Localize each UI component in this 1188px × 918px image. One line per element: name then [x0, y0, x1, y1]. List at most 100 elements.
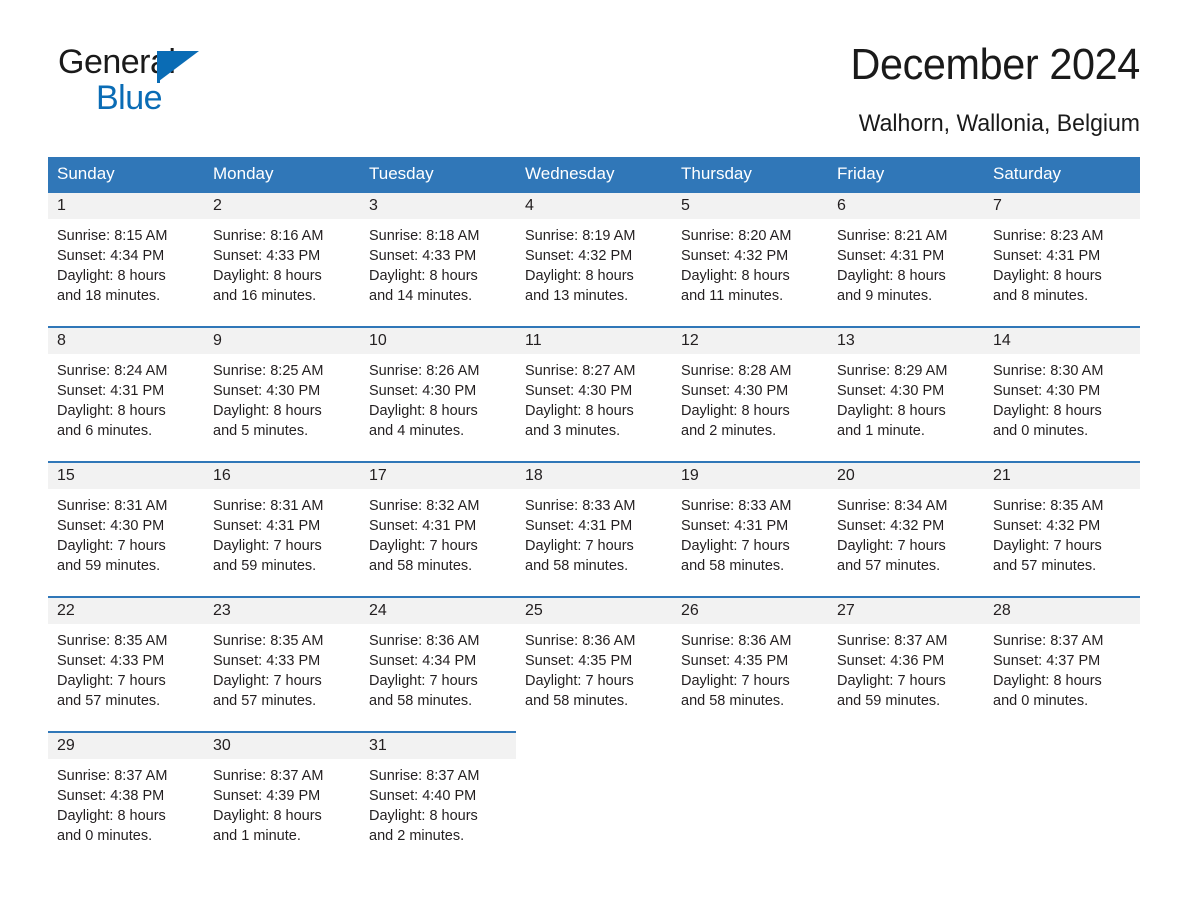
calendar-day-cell[interactable]: 21 Sunrise: 8:35 AM Sunset: 4:32 PM Dayligh…: [984, 461, 1140, 596]
calendar-day-cell[interactable]: 11 Sunrise: 8:27 AM Sunset: 4:30 PM Dayligh…: [516, 326, 672, 461]
calendar-day-cell[interactable]: 24 Sunrise: 8:36 AM Sunset: 4:34 PM Dayligh…: [360, 596, 516, 731]
daylight-line-2: and 58 minutes.: [681, 693, 785, 709]
day-details: Sunrise: 8:29 AM Sunset: 4:30 PM Daylight:…: [828, 354, 984, 441]
calendar-day-cell[interactable]: 30 Sunrise: 8:37 AM Sunset: 4:39 PM Dayligh…: [204, 731, 360, 866]
daylight-line-1: Daylight: 7 hours: [525, 538, 634, 554]
calendar-day-cell[interactable]: 9 Sunrise: 8:25 AM Sunset: 4:30 PM Daylight…: [204, 326, 360, 461]
calendar-day-cell[interactable]: 26 Sunrise: 8:36 AM Sunset: 4:35 PM Dayligh…: [672, 596, 828, 731]
day-number: 5: [672, 193, 828, 219]
day-details: Sunrise: 8:27 AM Sunset: 4:30 PM Daylight:…: [516, 354, 672, 441]
sunset-time: Sunset: 4:31 PM: [681, 518, 789, 534]
day-number: 24: [360, 598, 516, 624]
day-number: 14: [984, 328, 1140, 354]
daylight-line-2: and 16 minutes.: [213, 288, 317, 304]
day-cell-inner: 2 Sunrise: 8:16 AM Sunset: 4:33 PM Daylight…: [204, 191, 360, 326]
day-number: 16: [204, 463, 360, 489]
location-subtitle: Walhorn, Wallonia, Belgium: [858, 110, 1140, 137]
day-number: 10: [360, 328, 516, 354]
calendar-day-cell[interactable]: 7 Sunrise: 8:23 AM Sunset: 4:31 PM Daylight…: [984, 191, 1140, 326]
day-number: 7: [984, 193, 1140, 219]
day-details: Sunrise: 8:37 AM Sunset: 4:39 PM Daylight:…: [204, 759, 360, 846]
daylight-line-2: and 57 minutes.: [213, 693, 317, 709]
day-details: Sunrise: 8:37 AM Sunset: 4:36 PM Daylight:…: [828, 624, 984, 711]
daylight-line-1: Daylight: 7 hours: [681, 538, 790, 554]
day-cell-inner: 31 Sunrise: 8:37 AM Sunset: 4:40 PM Dayligh…: [360, 731, 516, 866]
calendar-day-cell[interactable]: 16 Sunrise: 8:31 AM Sunset: 4:31 PM Dayligh…: [204, 461, 360, 596]
daylight-line-2: and 59 minutes.: [57, 558, 161, 574]
day-cell-inner: 24 Sunrise: 8:36 AM Sunset: 4:34 PM Dayligh…: [360, 596, 516, 731]
day-number: 12: [672, 328, 828, 354]
daylight-line-2: and 58 minutes.: [525, 693, 629, 709]
calendar-day-cell[interactable]: 20 Sunrise: 8:34 AM Sunset: 4:32 PM Dayligh…: [828, 461, 984, 596]
sunrise-time: Sunrise: 8:28 AM: [681, 363, 792, 379]
calendar-day-cell[interactable]: 28 Sunrise: 8:37 AM Sunset: 4:37 PM Dayligh…: [984, 596, 1140, 731]
day-number: [516, 733, 672, 759]
sunrise-time: Sunrise: 8:20 AM: [681, 228, 792, 244]
daylight-line-2: and 59 minutes.: [837, 693, 941, 709]
calendar-day-cell[interactable]: 29 Sunrise: 8:37 AM Sunset: 4:38 PM Dayligh…: [48, 731, 204, 866]
sunset-time: Sunset: 4:34 PM: [369, 653, 477, 669]
logo-text-blue: Blue: [96, 79, 163, 117]
daylight-line-2: and 57 minutes.: [993, 558, 1097, 574]
sunrise-time: Sunrise: 8:29 AM: [837, 363, 948, 379]
sunrise-time: Sunrise: 8:16 AM: [213, 228, 324, 244]
daylight-line-2: and 2 minutes.: [369, 828, 465, 844]
daylight-line-1: Daylight: 8 hours: [681, 403, 790, 419]
daylight-line-1: Daylight: 8 hours: [369, 403, 478, 419]
calendar-day-cell[interactable]: 1 Sunrise: 8:15 AM Sunset: 4:34 PM Daylight…: [48, 191, 204, 326]
day-number: 2: [204, 193, 360, 219]
calendar-day-cell[interactable]: 8 Sunrise: 8:24 AM Sunset: 4:31 PM Daylight…: [48, 326, 204, 461]
day-cell-inner: [828, 731, 984, 866]
calendar-day-cell[interactable]: 18 Sunrise: 8:33 AM Sunset: 4:31 PM Dayligh…: [516, 461, 672, 596]
day-cell-inner: 3 Sunrise: 8:18 AM Sunset: 4:33 PM Daylight…: [360, 191, 516, 326]
calendar-day-cell[interactable]: 2 Sunrise: 8:16 AM Sunset: 4:33 PM Daylight…: [204, 191, 360, 326]
calendar-day-cell: [516, 731, 672, 866]
calendar-day-cell[interactable]: 15 Sunrise: 8:31 AM Sunset: 4:30 PM Dayligh…: [48, 461, 204, 596]
weekday-header-saturday: Saturday: [984, 157, 1140, 191]
calendar-day-cell[interactable]: 3 Sunrise: 8:18 AM Sunset: 4:33 PM Daylight…: [360, 191, 516, 326]
sunset-time: Sunset: 4:32 PM: [525, 248, 633, 264]
calendar-day-cell[interactable]: 27 Sunrise: 8:37 AM Sunset: 4:36 PM Dayligh…: [828, 596, 984, 731]
sunset-time: Sunset: 4:33 PM: [57, 653, 165, 669]
calendar-day-cell[interactable]: 10 Sunrise: 8:26 AM Sunset: 4:30 PM Dayligh…: [360, 326, 516, 461]
daylight-line-1: Daylight: 7 hours: [57, 538, 166, 554]
daylight-line-1: Daylight: 7 hours: [213, 538, 322, 554]
sunset-time: Sunset: 4:30 PM: [525, 383, 633, 399]
daylight-line-1: Daylight: 8 hours: [369, 268, 478, 284]
calendar-day-cell[interactable]: 5 Sunrise: 8:20 AM Sunset: 4:32 PM Daylight…: [672, 191, 828, 326]
calendar-day-cell[interactable]: 12 Sunrise: 8:28 AM Sunset: 4:30 PM Dayligh…: [672, 326, 828, 461]
sunrise-time: Sunrise: 8:36 AM: [369, 633, 480, 649]
day-cell-inner: 14 Sunrise: 8:30 AM Sunset: 4:30 PM Dayligh…: [984, 326, 1140, 461]
day-cell-inner: 17 Sunrise: 8:32 AM Sunset: 4:31 PM Dayligh…: [360, 461, 516, 596]
day-number: 20: [828, 463, 984, 489]
calendar-day-cell: [672, 731, 828, 866]
sunrise-time: Sunrise: 8:37 AM: [369, 768, 480, 784]
day-number: [984, 733, 1140, 759]
sunset-time: Sunset: 4:30 PM: [57, 518, 165, 534]
day-number: 28: [984, 598, 1140, 624]
sunset-time: Sunset: 4:31 PM: [525, 518, 633, 534]
calendar-day-cell[interactable]: 6 Sunrise: 8:21 AM Sunset: 4:31 PM Daylight…: [828, 191, 984, 326]
calendar-week-row: 29 Sunrise: 8:37 AM Sunset: 4:38 PM Dayligh…: [48, 731, 1140, 866]
calendar-day-cell[interactable]: 31 Sunrise: 8:37 AM Sunset: 4:40 PM Dayligh…: [360, 731, 516, 866]
daylight-line-1: Daylight: 8 hours: [525, 403, 634, 419]
calendar-day-cell[interactable]: 23 Sunrise: 8:35 AM Sunset: 4:33 PM Dayligh…: [204, 596, 360, 731]
day-cell-inner: 11 Sunrise: 8:27 AM Sunset: 4:30 PM Dayligh…: [516, 326, 672, 461]
calendar-day-cell[interactable]: 25 Sunrise: 8:36 AM Sunset: 4:35 PM Dayligh…: [516, 596, 672, 731]
calendar-day-cell[interactable]: 19 Sunrise: 8:33 AM Sunset: 4:31 PM Dayligh…: [672, 461, 828, 596]
sunset-time: Sunset: 4:37 PM: [993, 653, 1101, 669]
general-blue-logo[interactable]: General Blue: [58, 45, 278, 117]
daylight-line-2: and 1 minute.: [837, 423, 925, 439]
daylight-line-1: Daylight: 8 hours: [57, 403, 166, 419]
sunset-time: Sunset: 4:33 PM: [213, 248, 321, 264]
day-number: 4: [516, 193, 672, 219]
calendar-day-cell[interactable]: 14 Sunrise: 8:30 AM Sunset: 4:30 PM Dayligh…: [984, 326, 1140, 461]
day-number: 21: [984, 463, 1140, 489]
sunset-time: Sunset: 4:31 PM: [213, 518, 321, 534]
calendar-day-cell[interactable]: 13 Sunrise: 8:29 AM Sunset: 4:30 PM Dayligh…: [828, 326, 984, 461]
day-cell-inner: 22 Sunrise: 8:35 AM Sunset: 4:33 PM Dayligh…: [48, 596, 204, 731]
calendar-day-cell[interactable]: 4 Sunrise: 8:19 AM Sunset: 4:32 PM Daylight…: [516, 191, 672, 326]
calendar-day-cell[interactable]: 17 Sunrise: 8:32 AM Sunset: 4:31 PM Dayligh…: [360, 461, 516, 596]
calendar-day-cell[interactable]: 22 Sunrise: 8:35 AM Sunset: 4:33 PM Dayligh…: [48, 596, 204, 731]
day-details: Sunrise: 8:34 AM Sunset: 4:32 PM Daylight:…: [828, 489, 984, 576]
